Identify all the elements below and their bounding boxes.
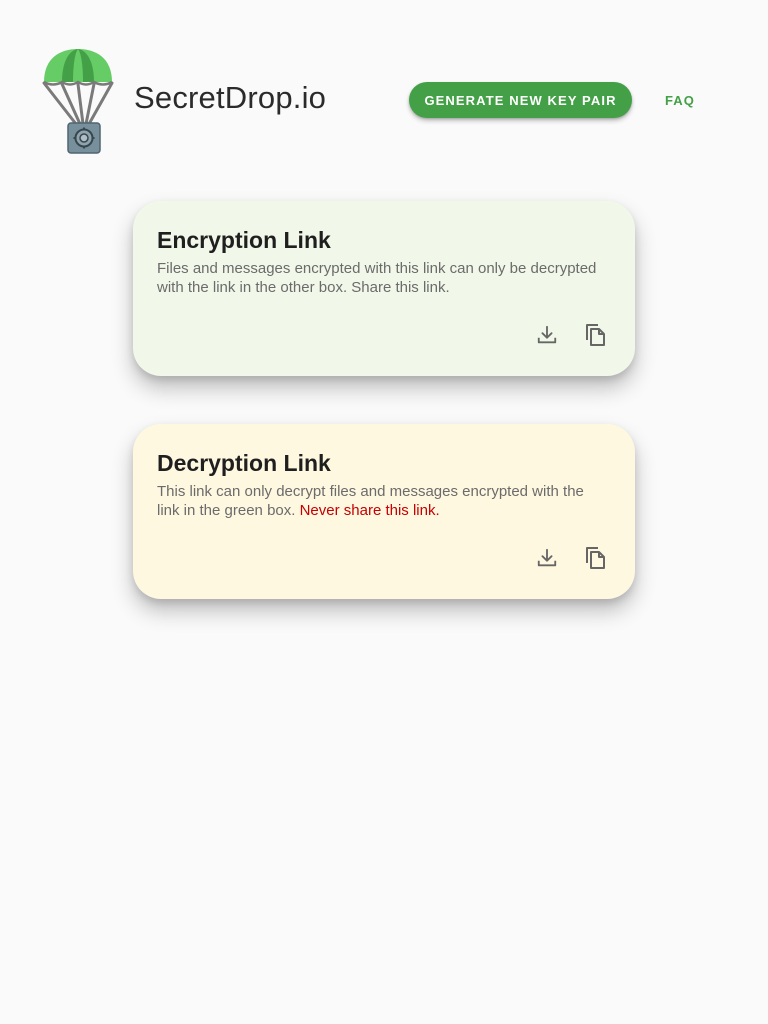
copy-icon[interactable]: [581, 544, 609, 572]
encryption-card-title: Encryption Link: [157, 227, 331, 253]
download-icon[interactable]: [533, 321, 561, 349]
copy-icon[interactable]: [581, 321, 609, 349]
decryption-card-description: This link can only decrypt files and mes…: [157, 482, 607, 520]
encryption-link-card: Encryption Link Files and messages encry…: [133, 201, 635, 376]
never-share-warning: Never share this link.: [299, 502, 440, 519]
parachute-logo-icon: [40, 46, 116, 156]
generate-key-pair-button[interactable]: GENERATE NEW KEY PAIR: [409, 82, 632, 118]
decryption-card-title: Decryption Link: [157, 450, 331, 476]
page: SecretDrop.io GENERATE NEW KEY PAIR FAQ …: [0, 0, 768, 1024]
faq-button[interactable]: FAQ: [655, 82, 705, 118]
header: SecretDrop.io GENERATE NEW KEY PAIR FAQ: [0, 0, 768, 170]
download-icon[interactable]: [533, 544, 561, 572]
encryption-card-description: Files and messages encrypted with this l…: [157, 260, 597, 296]
brand-name: SecretDrop.io: [134, 80, 327, 115]
decryption-link-card: Decryption Link This link can only decry…: [133, 424, 635, 599]
